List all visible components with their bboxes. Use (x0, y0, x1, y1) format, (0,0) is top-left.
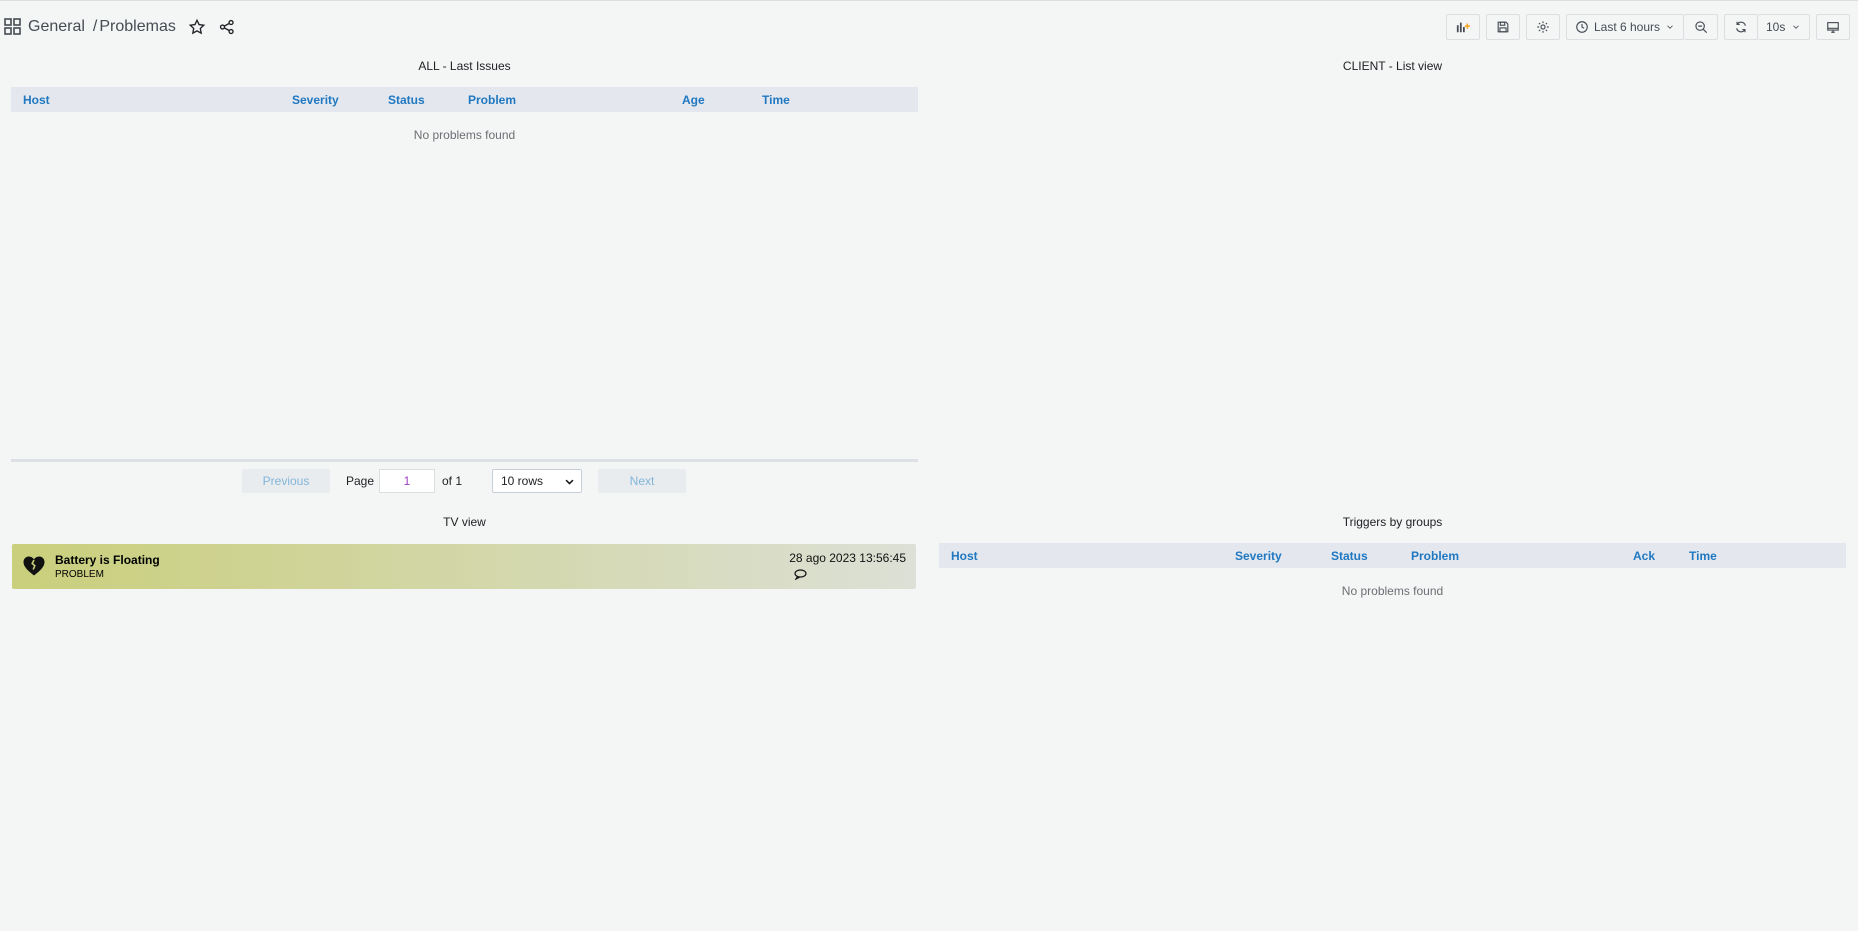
column-severity[interactable]: Severity (1235, 549, 1282, 563)
panel-title-tv-view[interactable]: TV view (11, 515, 918, 529)
panel-title-client-list[interactable]: CLIENT - List view (939, 59, 1846, 73)
tv-problem-timestamp: 28 ago 2023 13:56:45 (789, 551, 906, 565)
monitor-icon (1827, 22, 1839, 33)
last-issues-table-header: Host Severity Status Problem Age Time (11, 87, 918, 112)
column-host[interactable]: Host (951, 549, 978, 563)
refresh-interval-picker[interactable]: 10s (1758, 14, 1810, 40)
panel-title-triggers-by-groups[interactable]: Triggers by groups (939, 515, 1846, 529)
refresh-button[interactable] (1724, 14, 1758, 40)
pager-divider (11, 459, 918, 462)
save-dashboard-button[interactable] (1486, 14, 1520, 40)
rows-per-page-select[interactable]: 10 rows (492, 469, 582, 493)
dashboard-title[interactable]: Problemas (99, 18, 175, 36)
zoom-out-icon (1694, 21, 1707, 34)
panel-title-last-issues[interactable]: ALL - Last Issues (11, 59, 918, 73)
refresh-icon (1736, 21, 1746, 33)
column-ack[interactable]: Ack (1633, 549, 1655, 563)
zoom-out-button[interactable] (1684, 14, 1718, 40)
column-host[interactable]: Host (23, 93, 50, 107)
empty-state-text: No problems found (413, 128, 516, 142)
gear-icon (1537, 21, 1549, 33)
clock-icon (1576, 21, 1588, 33)
star-icon[interactable] (188, 18, 206, 36)
save-icon (1497, 21, 1509, 33)
add-panel-icon (1456, 22, 1470, 33)
column-problem[interactable]: Problem (1411, 549, 1459, 563)
page-count-label: of 1 (442, 474, 463, 488)
page-number-input[interactable] (379, 469, 435, 493)
empty-state-text: No problems found (1341, 584, 1444, 598)
comment-icon[interactable] (794, 569, 807, 580)
next-page-button[interactable]: Next (598, 469, 686, 493)
time-range-picker[interactable]: Last 6 hours (1566, 14, 1684, 40)
chevron-down-icon (1793, 25, 1799, 29)
time-range-label: Last 6 hours (1593, 20, 1661, 34)
tv-problem-card[interactable]: Battery is Floating PROBLEM 28 ago 2023 … (12, 544, 916, 589)
previous-page-button[interactable]: Previous (242, 469, 330, 493)
tv-problem-name: Battery is Floating (55, 553, 160, 567)
breadcrumb-folder[interactable]: General (28, 18, 85, 36)
breadcrumb-separator: / (92, 18, 98, 35)
page-label: Page (346, 474, 375, 488)
column-time[interactable]: Time (1689, 549, 1717, 563)
chevron-down-icon (1667, 25, 1673, 29)
add-panel-button[interactable] (1446, 14, 1480, 40)
tv-problem-status: PROBLEM (55, 569, 104, 580)
rows-per-page-value: 10 rows (501, 474, 544, 488)
chevron-down-icon (565, 479, 574, 485)
broken-heart-icon (23, 556, 45, 576)
column-status[interactable]: Status (388, 93, 425, 107)
settings-button[interactable] (1526, 14, 1560, 40)
column-age[interactable]: Age (682, 93, 705, 107)
breadcrumb: General / Problemas (0, 13, 236, 41)
refresh-interval-label: 10s (1766, 20, 1786, 34)
apps-grid-icon[interactable] (2, 16, 24, 38)
column-problem[interactable]: Problem (468, 93, 516, 107)
column-status[interactable]: Status (1331, 549, 1368, 563)
share-icon[interactable] (218, 18, 236, 36)
column-time[interactable]: Time (762, 93, 790, 107)
tv-mode-button[interactable] (1816, 14, 1850, 40)
triggers-table-header: Host Severity Status Problem Ack Time (939, 543, 1846, 568)
column-severity[interactable]: Severity (292, 93, 339, 107)
dashboard-toolbar: Last 6 hours 10s (1446, 14, 1850, 40)
